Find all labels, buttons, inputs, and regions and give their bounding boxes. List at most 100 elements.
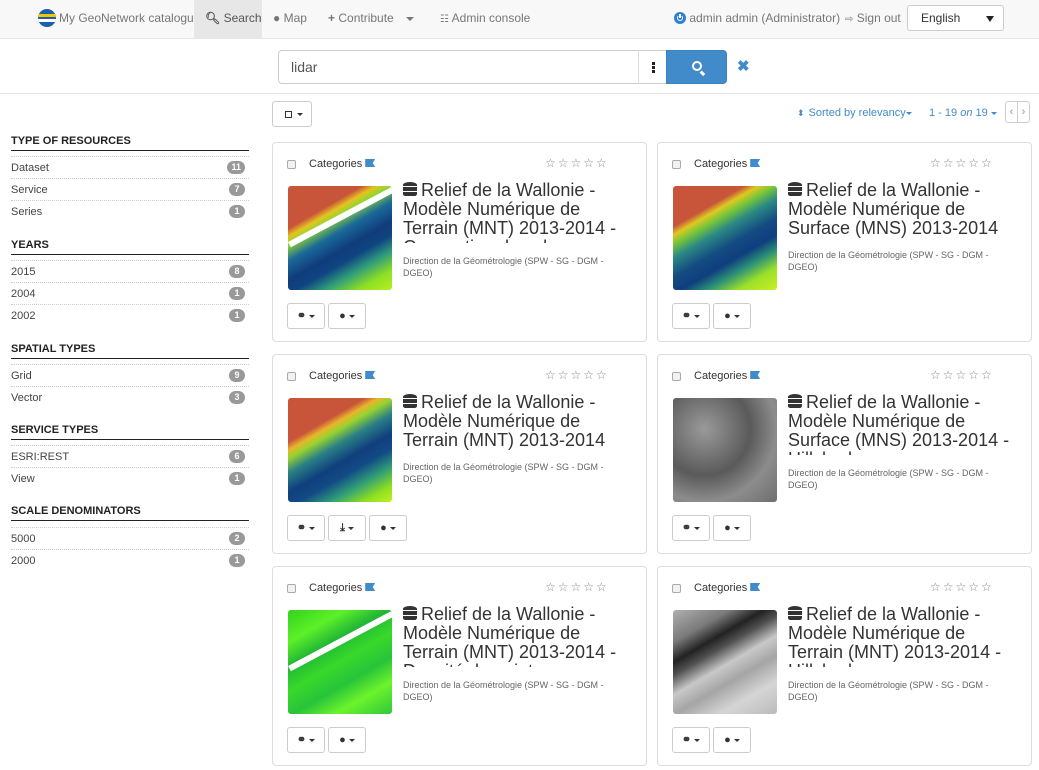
select-checkbox[interactable] <box>672 372 681 381</box>
map-dropdown-button[interactable]: ● <box>713 515 751 541</box>
thumbnail-image[interactable] <box>288 610 392 714</box>
select-checkbox[interactable] <box>287 584 296 593</box>
links-dropdown-button[interactable]: ⚭ <box>672 303 710 329</box>
thumbnail-image[interactable] <box>288 398 392 502</box>
categories-link[interactable]: Categories <box>694 582 761 594</box>
facet-label: Dataset <box>11 162 49 174</box>
links-icon: ⚭ <box>296 310 307 322</box>
result-title[interactable]: Relief de la Wallonie - Modèle Numérique… <box>403 181 638 243</box>
thumbnail-image[interactable] <box>288 186 392 290</box>
caret-down-icon <box>348 314 355 318</box>
close-icon: ✖ <box>737 58 750 75</box>
flag-icon <box>750 583 761 591</box>
language-select[interactable]: English <box>907 5 1004 31</box>
map-dropdown-button[interactable]: ● <box>713 727 751 753</box>
caret-down-icon <box>347 526 354 530</box>
select-all-dropdown[interactable] <box>272 101 312 127</box>
facet-item[interactable]: Series 1 <box>11 200 249 222</box>
map-dropdown-button[interactable]: ● <box>328 303 366 329</box>
rating-stars[interactable]: ☆☆☆☆☆ <box>545 368 609 382</box>
categories-link[interactable]: Categories <box>309 582 376 594</box>
links-dropdown-button[interactable]: ⚭ <box>672 515 710 541</box>
rating-stars[interactable]: ☆☆☆☆☆ <box>930 156 994 170</box>
links-dropdown-button[interactable]: ⚭ <box>287 515 325 541</box>
result-title[interactable]: Relief de la Wallonie - Modèle Numérique… <box>403 393 638 455</box>
rating-stars[interactable]: ☆☆☆☆☆ <box>930 368 994 382</box>
count-badge: 9 <box>229 369 245 382</box>
thumbnail-image[interactable] <box>673 398 777 502</box>
download-dropdown-button[interactable]: ⤓ <box>328 515 366 541</box>
next-page-button[interactable]: › <box>1017 101 1030 123</box>
result-title-text: Relief de la Wallonie - Modèle Numérique… <box>788 605 1002 667</box>
links-dropdown-button[interactable]: ⚭ <box>287 727 325 753</box>
database-icon <box>403 606 417 621</box>
categories-link[interactable]: Categories <box>309 158 376 170</box>
caret-down-icon <box>297 113 303 116</box>
caret-down-icon <box>733 738 740 742</box>
nav-search[interactable]: 🔍︎ Search <box>194 0 262 38</box>
facet-label: Series <box>11 206 43 218</box>
facet-item[interactable]: Grid 9 <box>11 364 249 386</box>
result-title-text: Relief de la Wallonie - Modèle Numérique… <box>788 181 999 238</box>
facet-item[interactable]: View 1 <box>11 467 249 489</box>
select-checkbox[interactable] <box>672 584 681 593</box>
caret-down-icon <box>694 314 701 318</box>
sort-dropdown[interactable]: ⬍ Sorted by relevancy <box>797 107 912 119</box>
user-menu[interactable]: admin admin (Administrator) <box>674 0 840 38</box>
flag-icon <box>365 371 376 379</box>
brand-link[interactable]: My GeoNetwork catalogue <box>38 0 200 38</box>
facet-item[interactable]: 2000 1 <box>11 549 249 571</box>
categories-link[interactable]: Categories <box>694 158 761 170</box>
contribute-dropdown-toggle[interactable] <box>406 0 426 38</box>
signout-icon: ⇨ <box>845 14 854 25</box>
rating-stars[interactable]: ☆☆☆☆☆ <box>545 156 609 170</box>
result-organisation: Direction de la Géométrologie (SPW - SG … <box>403 256 604 278</box>
facet-item[interactable]: 2002 1 <box>11 304 249 326</box>
result-title[interactable]: Relief de la Wallonie - Modèle Numérique… <box>788 181 1023 243</box>
flag-icon <box>750 371 761 379</box>
clear-search-button[interactable]: ✖ <box>737 57 750 77</box>
map-dropdown-button[interactable]: ● <box>713 303 751 329</box>
facet-item[interactable]: 5000 2 <box>11 527 249 549</box>
links-dropdown-button[interactable]: ⚭ <box>287 303 325 329</box>
pagination-dropdown[interactable]: 1 - 19 on 19 <box>929 107 997 119</box>
database-icon <box>788 182 802 197</box>
pagination-on: on <box>960 107 973 119</box>
chevron-right-icon: › <box>1021 106 1026 118</box>
facet-item[interactable]: Vector 3 <box>11 386 249 408</box>
map-dropdown-button[interactable]: ● <box>328 727 366 753</box>
result-card: Categories ☆☆☆☆☆ Relief de la Wallonie -… <box>272 142 647 342</box>
facet-item[interactable]: Dataset 11 <box>11 156 249 178</box>
signout-link[interactable]: ⇨ Sign out <box>845 0 901 38</box>
categories-link[interactable]: Categories <box>309 370 376 382</box>
thumbnail-image[interactable] <box>673 610 777 714</box>
categories-link[interactable]: Categories <box>694 370 761 382</box>
select-checkbox[interactable] <box>672 160 681 169</box>
search-options-button[interactable] <box>638 50 667 84</box>
search-button[interactable] <box>666 50 727 84</box>
rating-stars[interactable]: ☆☆☆☆☆ <box>930 580 994 594</box>
pagination-range: 1 - 19 <box>929 107 958 119</box>
links-icon: ⚭ <box>681 310 692 322</box>
select-checkbox[interactable] <box>287 372 296 381</box>
facet-item[interactable]: 2004 1 <box>11 282 249 304</box>
thumbnail-image[interactable] <box>673 186 777 290</box>
search-input[interactable] <box>278 50 639 84</box>
select-checkbox[interactable] <box>287 160 296 169</box>
facet-item[interactable]: ESRI:REST 6 <box>11 445 249 467</box>
search-bar: ✖ <box>0 40 1039 94</box>
facet-item[interactable]: Service 7 <box>11 178 249 200</box>
nav-map[interactable]: ● Map <box>273 0 307 38</box>
links-dropdown-button[interactable]: ⚭ <box>672 727 710 753</box>
nav-admin-label: Admin console <box>451 11 531 25</box>
rating-stars[interactable]: ☆☆☆☆☆ <box>545 580 609 594</box>
categories-label: Categories <box>694 582 748 594</box>
result-title[interactable]: Relief de la Wallonie - Modèle Numérique… <box>403 605 638 667</box>
result-title[interactable]: Relief de la Wallonie - Modèle Numérique… <box>788 605 1023 667</box>
nav-admin-console[interactable]: ☷ Admin console <box>440 0 530 38</box>
count-badge: 1 <box>229 472 245 485</box>
facet-item[interactable]: 2015 8 <box>11 260 249 282</box>
map-dropdown-button[interactable]: ● <box>369 515 407 541</box>
result-title[interactable]: Relief de la Wallonie - Modèle Numérique… <box>788 393 1023 455</box>
nav-contribute[interactable]: + Contribute <box>328 0 394 38</box>
